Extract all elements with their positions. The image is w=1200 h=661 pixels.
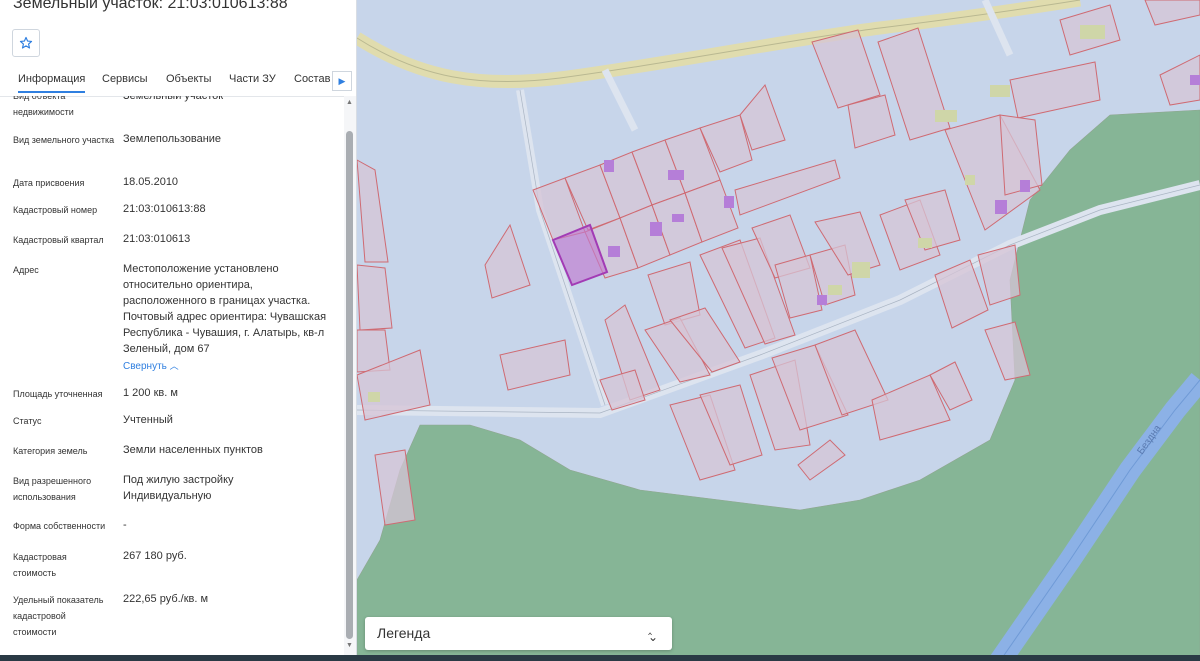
triangle-right-icon: ▶ [338, 75, 346, 86]
tab-services[interactable]: Сервисы [102, 73, 148, 85]
tab-parts[interactable]: Части ЗУ [229, 73, 276, 85]
tab-composition[interactable]: Состав [294, 73, 330, 85]
favorite-button[interactable] [12, 29, 40, 57]
info-panel: Земельный участок: 21:03:010613:88 Инфор… [0, 0, 357, 655]
scrollbar-thumb[interactable] [346, 131, 353, 639]
tabs-scroll-right-button[interactable]: ▶ [332, 71, 352, 91]
collapse-link[interactable]: Свернуть ︿ [123, 359, 179, 372]
star-icon [19, 36, 33, 49]
scroll-up-icon[interactable]: ▲ [346, 99, 353, 106]
bottom-bar [0, 655, 1200, 661]
legend-selector[interactable]: Легенда ‸ ⌄ [365, 617, 672, 650]
legend-label: Легенда [377, 625, 431, 641]
tab-objects[interactable]: Объекты [166, 73, 211, 85]
tab-information[interactable]: Информация [18, 73, 86, 93]
page-title: Земельный участок: 21:03:010613:88 [13, 0, 288, 12]
scroll-down-icon[interactable]: ▼ [346, 642, 353, 649]
info-list: Вид объекта недвижимости Земельный участ… [13, 96, 327, 637]
chevron-up-icon: ︿ [169, 361, 179, 371]
chevron-up-down-icon: ‸ ⌄ [647, 621, 658, 644]
tab-bar: Информация Сервисы Объекты Части ЗУ Сост… [0, 66, 356, 97]
